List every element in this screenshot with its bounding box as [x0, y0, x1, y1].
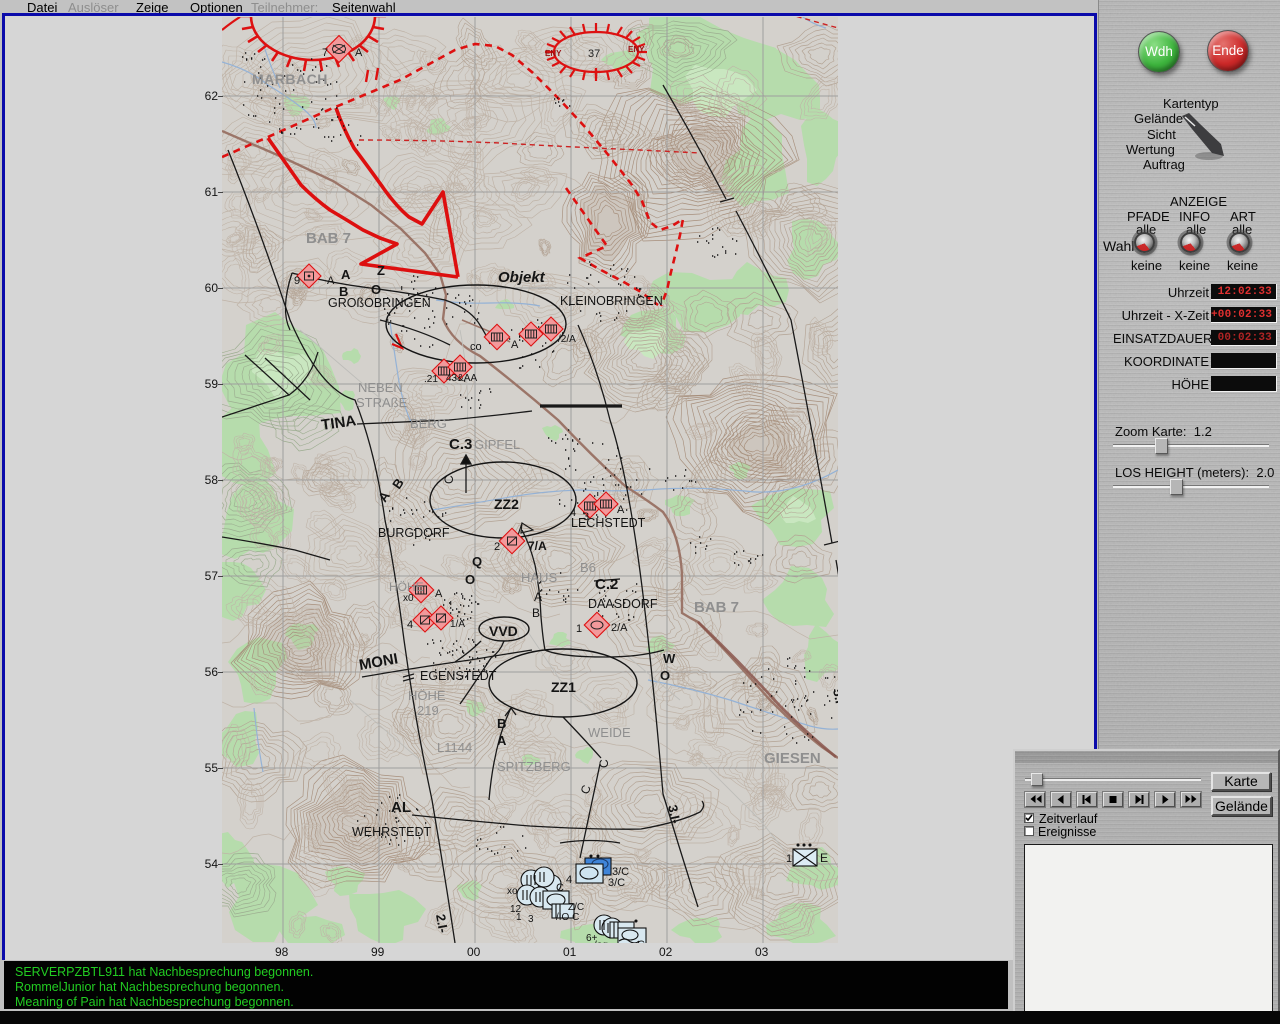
svg-text:W: W — [663, 651, 676, 666]
svg-text:B: B — [532, 606, 540, 620]
svg-text:4: 4 — [566, 874, 572, 886]
svg-text:Q: Q — [472, 554, 482, 569]
svg-text:C: C — [556, 882, 564, 894]
svg-text:WEHRSTEDT: WEHRSTEDT — [352, 825, 432, 839]
svg-text:KLEINOBRINGEN: KLEINOBRINGEN — [560, 294, 663, 308]
svg-text:43&AA: 43&AA — [446, 373, 477, 384]
svg-text:GIPFEL: GIPFEL — [474, 437, 520, 452]
svg-text:219: 219 — [417, 703, 439, 718]
svg-text:co: co — [470, 341, 482, 353]
svg-text:O: O — [371, 282, 381, 297]
svg-text:3: 3 — [583, 511, 589, 523]
svg-text:A: A — [534, 590, 542, 604]
svg-text:NEBEN: NEBEN — [358, 380, 403, 395]
svg-text:HAUS: HAUS — [521, 570, 557, 585]
svg-text:/IO C: /IO C — [556, 912, 579, 923]
svg-text:A: A — [497, 733, 507, 748]
svg-text:HÖHE: HÖHE — [408, 688, 446, 703]
svg-text:ZZ1: ZZ1 — [551, 679, 576, 695]
svg-text:E: E — [820, 851, 828, 865]
svg-text:A: A — [341, 267, 351, 282]
svg-text:WEIDE: WEIDE — [588, 725, 631, 740]
svg-text:4: 4 — [407, 619, 413, 631]
svg-text:EGENSTEDT: EGENSTEDT — [420, 669, 497, 683]
svg-text:AL: AL — [391, 799, 411, 816]
svg-text:3: 3 — [528, 914, 534, 925]
svg-text:BAB 7: BAB 7 — [694, 599, 739, 616]
svg-text:2: 2 — [494, 541, 500, 553]
svg-text:C.3: C.3 — [449, 436, 472, 453]
svg-text:C: C — [597, 759, 611, 768]
svg-text:3/C: 3/C — [608, 877, 625, 889]
svg-text:9: 9 — [294, 275, 300, 287]
svg-text:Z: Z — [377, 263, 385, 278]
svg-text:A: A — [435, 588, 443, 600]
svg-text:DAASDORF: DAASDORF — [588, 597, 658, 611]
svg-text:1/A: 1/A — [450, 619, 465, 630]
svg-text:/2/A: /2/A — [558, 334, 576, 345]
svg-text:2/A: 2/A — [611, 622, 628, 634]
svg-text:C: C — [442, 475, 456, 484]
svg-text:SPITZBERG: SPITZBERG — [497, 759, 571, 774]
svg-text:4: 4 — [570, 507, 576, 519]
svg-text:B: B — [497, 716, 506, 731]
svg-text:37: 37 — [588, 48, 600, 60]
svg-text:BURGDORF: BURGDORF — [378, 526, 450, 540]
svg-text:/og: /og — [594, 940, 608, 943]
svg-text:O: O — [465, 572, 475, 587]
svg-text:VVD: VVD — [489, 623, 518, 639]
svg-text:Objekt: Objekt — [498, 269, 546, 286]
svg-text:ENY: ENY — [628, 45, 645, 54]
svg-text:O: O — [660, 668, 670, 683]
svg-text:A: A — [617, 504, 625, 516]
svg-text:C.2: C.2 — [595, 576, 618, 593]
svg-text:STRAßE: STRAßE — [356, 395, 408, 410]
svg-text:MARBACH: MARBACH — [252, 71, 328, 87]
svg-text:BERG: BERG — [410, 416, 447, 431]
svg-text:B: B — [339, 284, 348, 299]
svg-text:ENY: ENY — [545, 49, 562, 58]
svg-text:C: C — [637, 939, 645, 943]
svg-text:BAB 7: BAB 7 — [306, 230, 351, 247]
svg-text:7/A: 7/A — [528, 539, 547, 553]
svg-text:.21: .21 — [424, 374, 438, 385]
svg-text:1: 1 — [786, 853, 792, 865]
svg-text:xo: xo — [507, 886, 518, 897]
svg-text:A: A — [511, 339, 519, 351]
svg-text:x0: x0 — [403, 593, 414, 604]
svg-text:B6: B6 — [580, 560, 596, 575]
svg-text:1: 1 — [516, 912, 522, 923]
svg-text:ZZ2: ZZ2 — [494, 496, 519, 512]
svg-text:7: 7 — [322, 47, 328, 59]
svg-text:A: A — [327, 275, 335, 287]
svg-text:HÖHE: HÖHE — [389, 580, 424, 594]
svg-text:1: 1 — [576, 623, 582, 635]
svg-text:L1144: L1144 — [437, 740, 472, 755]
svg-text:A: A — [355, 47, 363, 59]
svg-text:GIESEN: GIESEN — [764, 750, 821, 767]
